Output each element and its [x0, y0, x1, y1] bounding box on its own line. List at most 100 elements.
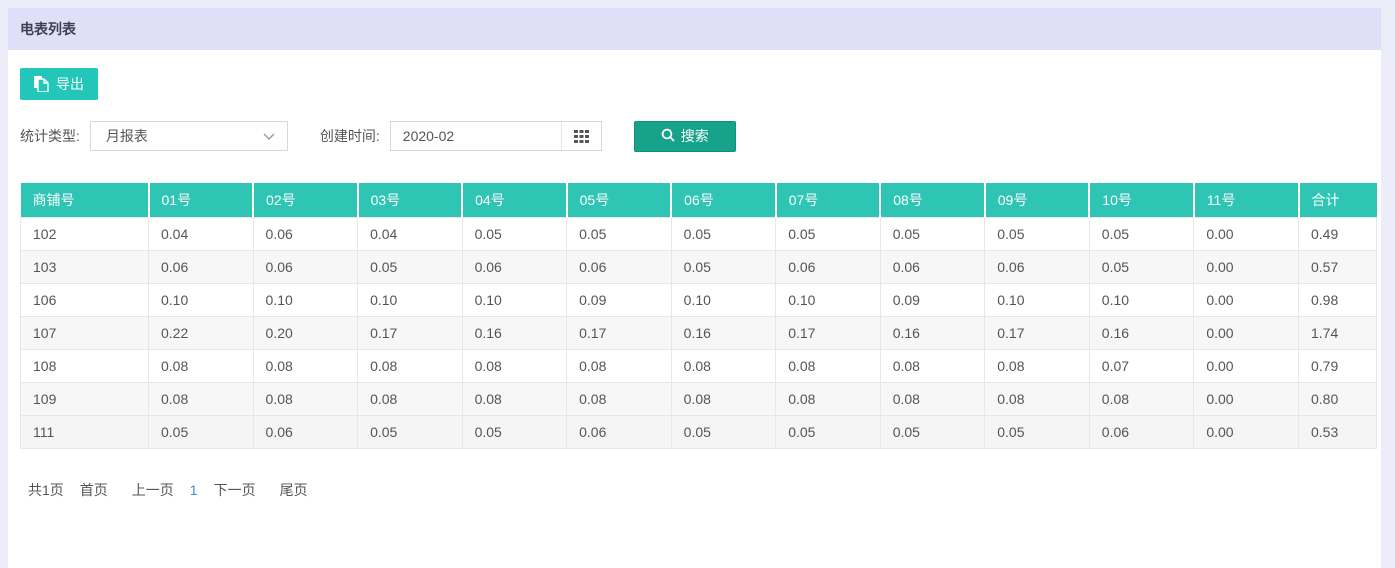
table-cell: 0.79 — [1299, 350, 1377, 383]
stat-type-select[interactable]: 月报表 — [90, 121, 288, 151]
table-cell: 0.04 — [149, 218, 254, 251]
table-row: 1080.080.080.080.080.080.080.080.080.080… — [21, 350, 1377, 383]
table-cell: 0.05 — [358, 251, 463, 284]
column-header: 11号 — [1194, 183, 1299, 218]
table-cell: 0.06 — [253, 416, 358, 449]
table-cell: 0.05 — [880, 218, 985, 251]
column-header: 03号 — [358, 183, 463, 218]
panel-body: 导出 统计类型: 月报表 创建时间: — [8, 50, 1381, 500]
table-cell: 0.08 — [985, 350, 1090, 383]
table-cell: 0.00 — [1194, 218, 1299, 251]
table-cell: 0.05 — [462, 218, 567, 251]
next-page-link[interactable]: 下一页 — [214, 480, 256, 500]
table-cell: 0.08 — [985, 383, 1090, 416]
shop-number-cell: 102 — [21, 218, 149, 251]
column-header: 09号 — [985, 183, 1090, 218]
table-cell: 0.08 — [567, 383, 672, 416]
table-cell: 0.08 — [776, 350, 881, 383]
table-row: 1020.040.060.040.050.050.050.050.050.050… — [21, 218, 1377, 251]
table-cell: 0.05 — [671, 251, 776, 284]
table-cell: 0.16 — [880, 317, 985, 350]
table-cell: 0.49 — [1299, 218, 1377, 251]
table-cell: 0.10 — [149, 284, 254, 317]
table-cell: 0.09 — [567, 284, 672, 317]
table-cell: 0.22 — [149, 317, 254, 350]
table-cell: 0.05 — [776, 416, 881, 449]
table-cell: 0.06 — [253, 251, 358, 284]
table-cell: 0.00 — [1194, 284, 1299, 317]
table-row: 1110.050.060.050.050.060.050.050.050.050… — [21, 416, 1377, 449]
table-cell: 0.08 — [1089, 383, 1194, 416]
table-header-row: 商铺号01号02号03号04号05号06号07号08号09号10号11号合计 — [21, 183, 1377, 218]
table-cell: 0.05 — [462, 416, 567, 449]
table-cell: 0.06 — [776, 251, 881, 284]
table-cell: 0.00 — [1194, 317, 1299, 350]
column-header: 商铺号 — [21, 183, 149, 218]
export-button-label: 导出 — [56, 74, 84, 94]
table-cell: 0.00 — [1194, 350, 1299, 383]
stat-type-label: 统计类型: — [20, 126, 80, 146]
table-cell: 0.08 — [149, 383, 254, 416]
table-cell: 0.00 — [1194, 383, 1299, 416]
shop-number-cell: 108 — [21, 350, 149, 383]
table-cell: 0.08 — [358, 350, 463, 383]
table-cell: 0.17 — [985, 317, 1090, 350]
table-cell: 0.10 — [671, 284, 776, 317]
table-cell: 0.08 — [880, 350, 985, 383]
shop-number-cell: 107 — [21, 317, 149, 350]
column-header: 合计 — [1299, 183, 1377, 218]
table-cell: 0.10 — [462, 284, 567, 317]
shop-number-cell: 106 — [21, 284, 149, 317]
table-cell: 0.05 — [985, 218, 1090, 251]
table-cell: 0.05 — [985, 416, 1090, 449]
table-cell: 0.80 — [1299, 383, 1377, 416]
calendar-grid-icon[interactable] — [561, 122, 601, 150]
stat-type-selected-value: 月报表 — [106, 126, 148, 146]
export-button[interactable]: 导出 — [20, 68, 98, 100]
table-cell: 0.08 — [462, 350, 567, 383]
table-cell: 0.16 — [462, 317, 567, 350]
pagination: 共1页 首页 上一页 1 下一页 尾页 — [20, 480, 1369, 500]
table-cell: 0.10 — [1089, 284, 1194, 317]
column-header: 06号 — [671, 183, 776, 218]
table-cell: 0.08 — [776, 383, 881, 416]
table-cell: 0.05 — [1089, 251, 1194, 284]
table-cell: 0.05 — [149, 416, 254, 449]
search-button[interactable]: 搜索 — [634, 121, 736, 152]
search-icon — [661, 128, 675, 145]
table-cell: 0.08 — [358, 383, 463, 416]
shop-number-cell: 111 — [21, 416, 149, 449]
first-page-link[interactable]: 首页 — [80, 480, 108, 500]
table-row: 1070.220.200.170.160.170.160.170.160.170… — [21, 317, 1377, 350]
column-header: 05号 — [567, 183, 672, 218]
panel-header: 电表列表 — [8, 8, 1381, 50]
chevron-down-icon — [263, 128, 275, 144]
table-cell: 0.04 — [358, 218, 463, 251]
current-page-number[interactable]: 1 — [190, 482, 198, 498]
search-button-label: 搜索 — [681, 126, 709, 146]
prev-page-link[interactable]: 上一页 — [132, 480, 174, 500]
table-cell: 0.17 — [776, 317, 881, 350]
table-cell: 0.05 — [776, 218, 881, 251]
table-cell: 0.16 — [1089, 317, 1194, 350]
table-cell: 0.05 — [671, 218, 776, 251]
export-copy-icon — [34, 76, 49, 92]
table-cell: 0.05 — [358, 416, 463, 449]
last-page-link[interactable]: 尾页 — [280, 480, 308, 500]
table-cell: 0.06 — [253, 218, 358, 251]
table-row: 1030.060.060.050.060.060.050.060.060.060… — [21, 251, 1377, 284]
table-cell: 0.09 — [880, 284, 985, 317]
table-cell: 0.06 — [985, 251, 1090, 284]
table-cell: 0.53 — [1299, 416, 1377, 449]
table-cell: 0.10 — [253, 284, 358, 317]
page-title: 电表列表 — [20, 21, 76, 37]
column-header: 10号 — [1089, 183, 1194, 218]
table-cell: 0.05 — [1089, 218, 1194, 251]
table-cell: 0.00 — [1194, 251, 1299, 284]
table-cell: 0.08 — [567, 350, 672, 383]
table-cell: 0.10 — [776, 284, 881, 317]
table-cell: 0.08 — [149, 350, 254, 383]
table-cell: 0.06 — [567, 416, 672, 449]
table-cell: 0.57 — [1299, 251, 1377, 284]
created-time-input[interactable] — [391, 122, 561, 150]
